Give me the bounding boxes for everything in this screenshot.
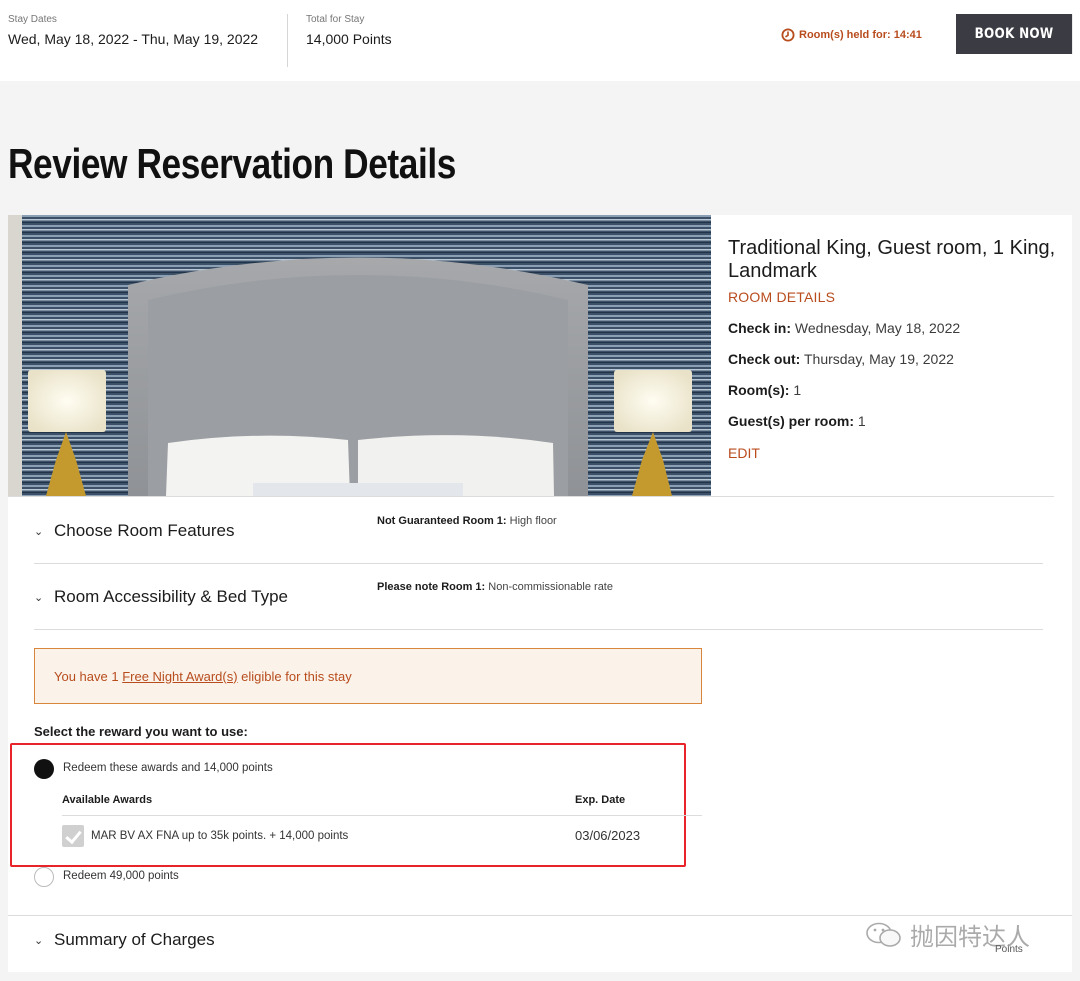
room-features-title: Choose Room Features (54, 521, 235, 540)
check-in-label: Check in: (728, 320, 792, 336)
banner-suffix: eligible for this stay (237, 668, 352, 684)
col-exp-date: Exp. Date (575, 794, 626, 806)
room-features-note: Not Guaranteed Room 1: High floor (377, 515, 557, 527)
check-in: Check in: Wednesday, May 18, 2022 (728, 320, 1058, 336)
rooms-label: Room(s): (728, 382, 790, 398)
chevron-down-icon: ⌄ (34, 591, 44, 604)
watermark: 抛因特达人 (864, 917, 1030, 952)
radio-redeem-points-label: Redeem 49,000 points (63, 870, 179, 882)
room-name: Traditional King, Guest room, 1 King, La… (728, 237, 1056, 282)
award-name: MAR BV AX FNA up to 35k points. + 14,000… (91, 830, 349, 842)
guests-per-room: Guest(s) per room: 1 (728, 413, 1058, 429)
check-out: Check out: Thursday, May 19, 2022 (728, 351, 1058, 367)
check-out-value: Thursday, May 19, 2022 (803, 351, 954, 367)
page-title: Review Reservation Details (8, 140, 456, 187)
award-exp-date: 03/06/2023 (575, 828, 641, 843)
stay-dates-value: Wed, May 18, 2022 - Thu, May 19, 2022 (8, 31, 259, 47)
hold-text: Room(s) held for: 14:41 (799, 29, 922, 41)
summary-toggle[interactable]: ⌄ Summary of Charges (34, 930, 215, 950)
book-now-button[interactable]: BOOK NOW (956, 14, 1073, 54)
radio-redeem-awards-label: Redeem these awards and 14,000 points (63, 762, 273, 774)
col-available-awards: Available Awards (62, 794, 153, 806)
wechat-icon (866, 922, 901, 947)
room-photo (8, 215, 711, 496)
chevron-down-icon: ⌄ (34, 525, 44, 538)
room-image (8, 215, 711, 496)
divider (62, 815, 702, 816)
check-out-label: Check out: (728, 351, 801, 367)
accessibility-toggle[interactable]: ⌄ Room Accessibility & Bed Type (34, 587, 288, 607)
divider (34, 629, 1043, 630)
top-bar: Stay Dates Wed, May 18, 2022 - Thu, May … (0, 0, 1080, 81)
watermark-text: 抛因特达人 (910, 924, 1030, 951)
radio-redeem-awards[interactable] (34, 759, 54, 779)
rooms-value: 1 (793, 382, 802, 398)
summary-title: Summary of Charges (54, 930, 215, 949)
total-label: Total for Stay (306, 14, 365, 25)
stay-dates-label: Stay Dates (8, 14, 57, 25)
rooms-count: Room(s): 1 (728, 382, 1058, 398)
room-details-link[interactable]: ROOM DETAILS (728, 289, 1058, 305)
total-for-stay: Total for Stay 14,000 Points (306, 14, 392, 48)
room-features-toggle[interactable]: ⌄ Choose Room Features (34, 521, 234, 541)
accessibility-note-label: Please note Room 1: (377, 581, 486, 593)
select-reward-label: Select the reward you want to use: (34, 724, 248, 739)
free-night-award-banner: You have 1 Free Night Award(s) eligible … (34, 648, 702, 704)
award-checkbox[interactable] (62, 825, 84, 847)
stay-dates: Stay Dates Wed, May 18, 2022 - Thu, May … (8, 14, 268, 48)
room-info: Traditional King, Guest room, 1 King, La… (728, 237, 1058, 461)
banner-prefix: You have 1 (54, 668, 123, 684)
accessibility-note-value: Non-commissionable rate (488, 581, 613, 593)
clock-icon (781, 28, 795, 42)
room-features-note-label: Not Guaranteed Room 1: (377, 515, 507, 527)
accessibility-note: Please note Room 1: Non-commissionable r… (377, 581, 613, 593)
chevron-down-icon: ⌄ (34, 934, 44, 947)
guests-value: 1 (857, 413, 866, 429)
guests-label: Guest(s) per room: (728, 413, 855, 429)
reservation-card: Traditional King, Guest room, 1 King, La… (8, 215, 1072, 972)
radio-redeem-points[interactable] (34, 867, 54, 887)
divider (8, 496, 1054, 497)
divider (287, 14, 288, 67)
accessibility-title: Room Accessibility & Bed Type (54, 587, 289, 606)
check-in-value: Wednesday, May 18, 2022 (794, 320, 961, 336)
divider (34, 563, 1043, 564)
room-features-note-value: High floor (509, 515, 557, 527)
free-night-award-link[interactable]: Free Night Award(s) (122, 669, 237, 684)
total-value: 14,000 Points (306, 31, 392, 47)
room-hold-timer: Room(s) held for: 14:41 (781, 28, 922, 42)
divider (8, 915, 1072, 916)
edit-link[interactable]: EDIT (728, 445, 1058, 461)
